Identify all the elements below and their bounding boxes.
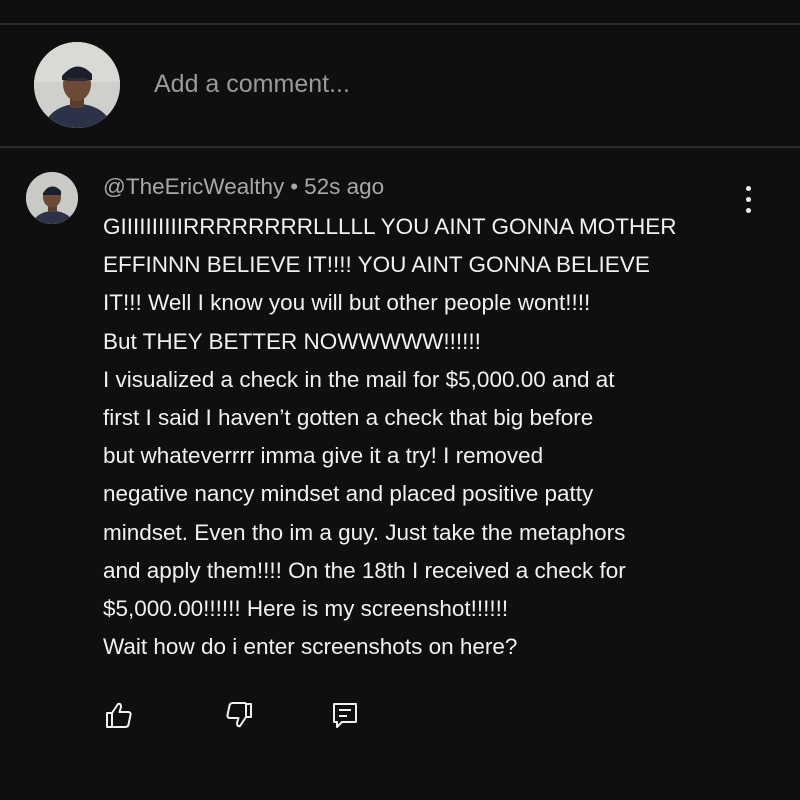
comment-author-avatar[interactable] <box>26 172 78 224</box>
more-dot <box>746 197 751 202</box>
comment-line: Wait how do i enter screenshots on here? <box>103 634 518 660</box>
comment-timestamp[interactable]: 52s ago <box>304 174 384 199</box>
comment-author[interactable]: @TheEricWealthy <box>103 174 284 199</box>
comment-text: GIIIIIIIIIIRRRRRRRRLLLLL YOU AINT GONNA … <box>103 208 763 666</box>
user-photo-icon <box>34 42 120 128</box>
comment-line: negative nancy mindset and placed positi… <box>103 481 594 507</box>
comment-meta: @TheEricWealthy • 52s ago <box>103 174 384 200</box>
top-divider <box>0 23 800 25</box>
comment-line: I visualized a check in the mail for $5,… <box>103 366 615 392</box>
comment-line: IT!!! Well I know you will but other peo… <box>103 290 591 316</box>
current-user-avatar[interactable] <box>34 42 120 128</box>
add-comment-input[interactable]: Add a comment... <box>154 70 350 99</box>
comment-line: EFFINNN BELIEVE IT!!!! YOU AINT GONNA BE… <box>103 252 650 278</box>
comment-line: mindset. Even tho im a guy. Just take th… <box>103 519 626 545</box>
reply-comment-icon <box>333 703 357 728</box>
comment-line: first I said I haven’t gotten a check th… <box>103 405 594 431</box>
like-button[interactable] <box>104 700 134 730</box>
comment-line: $5,000.00!!!!!! Here is my screenshot!!!… <box>103 596 509 622</box>
reply-button[interactable] <box>330 700 360 730</box>
thumbs-down-icon <box>226 702 252 728</box>
dislike-button[interactable] <box>224 700 254 730</box>
comment-line: but whateverrrr imma give it a try! I re… <box>103 443 544 469</box>
author-photo-icon <box>26 172 78 224</box>
comment-line: But THEY BETTER NOWWWWW!!!!!! <box>103 328 481 354</box>
thumbs-up-icon <box>106 702 132 728</box>
comment-line: GIIIIIIIIIIRRRRRRRRLLLLL YOU AINT GONNA … <box>103 214 677 239</box>
more-dot <box>746 186 751 191</box>
meta-separator: • <box>290 174 299 199</box>
section-divider <box>0 146 800 148</box>
comments-screen: Add a comment... @TheEricWealthy • 52s ago… <box>0 0 800 800</box>
comment-line: and apply them!!!! On the 18th I receive… <box>103 557 626 583</box>
